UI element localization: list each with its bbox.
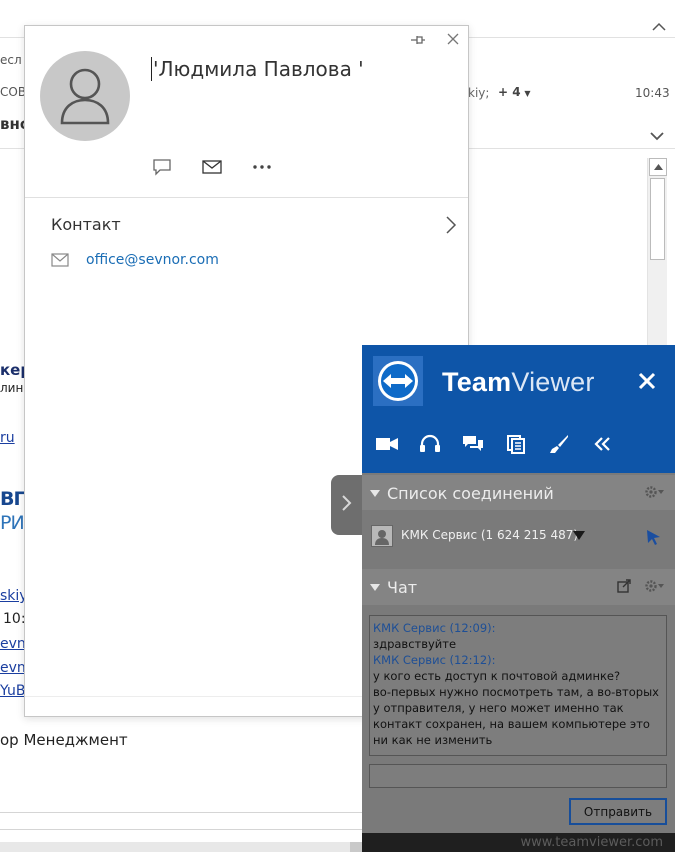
more-icon[interactable]: [251, 158, 273, 176]
email-row: office@sevnor.com: [51, 252, 219, 268]
contact-name[interactable]: 'Людмила Павлова ': [151, 57, 364, 81]
link-fragment-yub[interactable]: YuB: [0, 683, 25, 699]
chat-author: КМК Сервис (12:12):: [373, 653, 496, 667]
chat-log[interactable]: КМК Сервис (12:09): здравствуйте КМК Сер…: [369, 615, 667, 756]
gear-icon[interactable]: [645, 485, 665, 501]
scroll-thumb[interactable]: [650, 178, 665, 260]
recipients-fragment: kiy;: [468, 86, 490, 100]
close-icon[interactable]: [445, 31, 461, 47]
teamviewer-logo-icon: [373, 356, 423, 406]
expand-chevron-icon[interactable]: [650, 126, 664, 141]
chevron-right-icon[interactable]: [445, 216, 457, 234]
envelope-icon: [51, 253, 69, 267]
link-fragment-ru[interactable]: ru: [0, 430, 15, 446]
footer-url[interactable]: www.teamviewer.com: [520, 835, 663, 850]
chat-message: во-первых нужно посмотреть там, а во-вто…: [373, 685, 659, 747]
divider: [25, 197, 468, 198]
logo-fragment-2: РИ: [0, 512, 25, 534]
connection-name: КМК Сервис (1 624 215 487): [401, 528, 579, 542]
more-recipients-button[interactable]: + 4 ▼: [498, 85, 531, 99]
chat-icon[interactable]: [462, 433, 484, 455]
collapse-triangle-icon: [370, 489, 380, 497]
avatar: [40, 51, 130, 141]
scroll-up-icon[interactable]: [649, 158, 667, 176]
message-time: 10:43: [635, 86, 670, 100]
chat-section: Чат: [362, 569, 675, 605]
email-link[interactable]: office@sevnor.com: [86, 252, 219, 268]
time-fragment: 10:: [3, 611, 26, 627]
files-icon[interactable]: [505, 433, 527, 455]
sender-fragment-2: СОВ: [0, 85, 27, 99]
gear-icon[interactable]: [645, 579, 665, 595]
dropdown-arrow-icon[interactable]: [573, 531, 585, 540]
video-icon[interactable]: [376, 433, 398, 455]
sender-fragment: есл: [0, 53, 22, 67]
teamviewer-title: TeamViewer: [442, 367, 595, 397]
collapse-triangle-icon: [370, 583, 380, 591]
close-icon[interactable]: [637, 371, 657, 391]
pin-icon[interactable]: [411, 33, 425, 48]
signature-line-fragment: лин: [0, 381, 24, 395]
collapse-ribbon-icon[interactable]: [652, 17, 666, 31]
hscroll-thumb[interactable]: [350, 842, 362, 852]
headset-icon[interactable]: [419, 433, 441, 455]
chat-message: здравствуйте: [373, 637, 457, 651]
company-fragment: ор Менеджмент: [0, 731, 128, 749]
popout-icon[interactable]: [617, 579, 631, 593]
chevron-right-icon: [341, 495, 353, 511]
teamviewer-footer: www.teamviewer.com: [362, 833, 675, 852]
chat-icon[interactable]: [151, 158, 173, 176]
teamviewer-panel: TeamViewer Список соединений КМК Сервис …: [362, 345, 675, 852]
whiteboard-icon[interactable]: [548, 433, 570, 455]
horizontal-scrollbar[interactable]: [0, 842, 362, 852]
connection-item[interactable]: КМК Сервис (1 624 215 487): [362, 510, 675, 565]
computer-icon: [371, 525, 393, 547]
mail-icon[interactable]: [201, 158, 223, 176]
teamviewer-collapse-tab[interactable]: [331, 475, 364, 535]
contact-section-label[interactable]: Контакт: [51, 215, 121, 234]
connections-header[interactable]: Список соединений: [362, 475, 675, 511]
connections-section: Список соединений: [362, 475, 675, 511]
chat-author: КМК Сервис (12:09):: [373, 621, 496, 635]
chat-input[interactable]: [369, 764, 667, 788]
remote-control-cursor-icon[interactable]: [644, 528, 662, 546]
chat-message: у кого есть доступ к почтовой админке?: [373, 669, 621, 683]
collapse-icon[interactable]: [591, 433, 613, 455]
teamviewer-header: TeamViewer: [362, 345, 675, 473]
send-button[interactable]: Отправить: [569, 798, 667, 825]
